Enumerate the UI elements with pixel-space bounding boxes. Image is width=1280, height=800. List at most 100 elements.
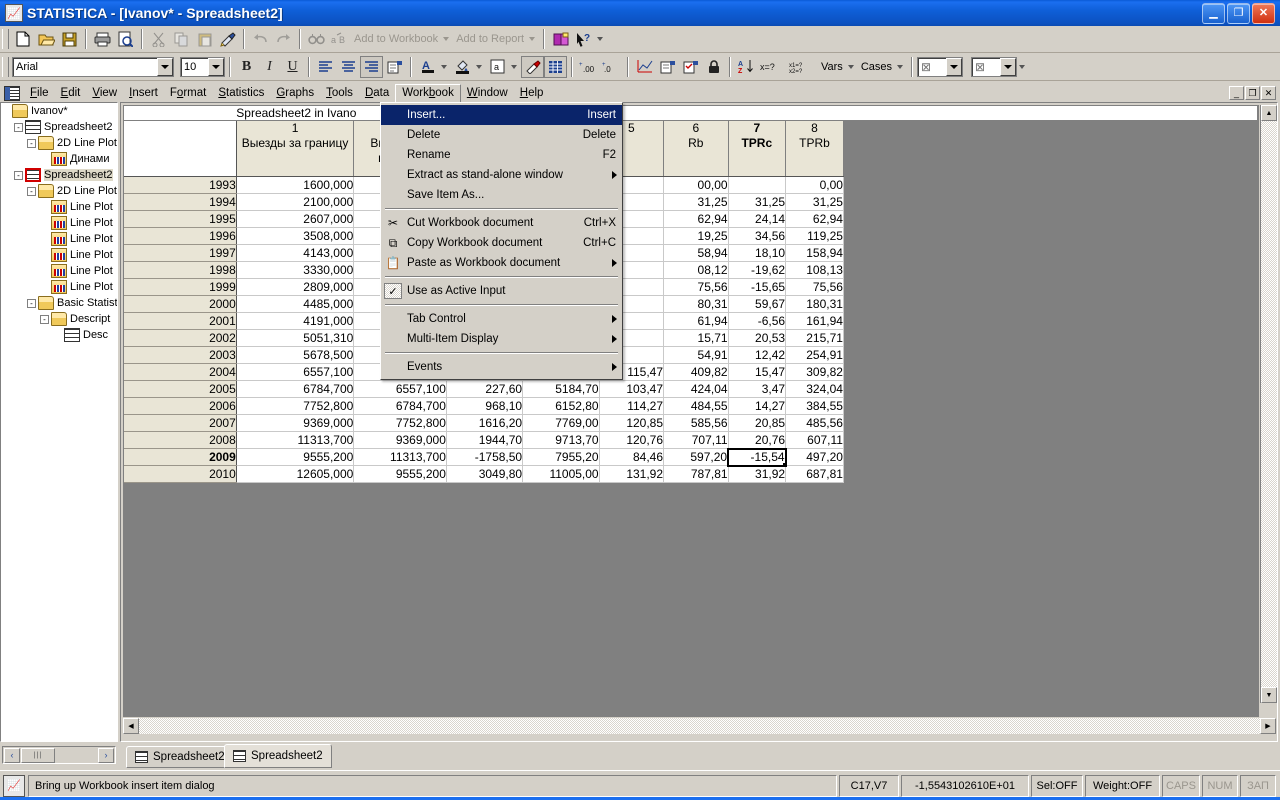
menu-window[interactable]: Window [461,85,514,102]
grid-corner[interactable] [124,121,236,177]
table-row[interactable]: 19992809,00033375,56-15,6575,56 [124,279,1258,296]
data-cell[interactable]: 20,85 [728,415,786,432]
data-cell[interactable]: 59,67 [728,296,786,313]
data-cell[interactable]: 12,42 [728,347,786,364]
text-color-chevron-down-icon[interactable] [441,65,447,69]
table-row[interactable]: 20067752,8006784,700968,106152,80114,274… [124,398,1258,415]
restore-button[interactable]: ❐ [1227,3,1250,24]
row-header[interactable]: 2009 [124,449,236,466]
tree-node-spreadsheet2[interactable]: -Spreadsheet2 [1,119,117,135]
minimize-button[interactable]: ▁ [1202,3,1225,24]
data-cell[interactable]: 80,31 [664,296,729,313]
tab-scroll-thumb[interactable]: ||| [21,748,55,763]
data-cell[interactable]: 18,10 [728,245,786,262]
row-header[interactable]: 2010 [124,466,236,483]
tab-nav-control[interactable]: ‹ ||| › [2,746,116,764]
data-cell[interactable]: 968,10 [446,398,522,415]
data-cell[interactable]: 180,31 [786,296,844,313]
add-to-workbook-label[interactable]: Add to Workbook [351,33,441,45]
menu-item-use-as-active-input[interactable]: ✓Use as Active Input [381,281,622,301]
print-preview-icon[interactable] [114,28,137,50]
tree-node-spreadsheet2[interactable]: -Spreadsheet2 [1,167,117,183]
data-cell[interactable]: 4143,000 [236,245,354,262]
data-cell[interactable]: 158,94 [786,245,844,262]
column-header-6[interactable]: 6Rb [664,121,729,177]
scroll-left-button[interactable]: ◀ [123,718,139,734]
tree-node-2d-line-plots[interactable]: -2D Line Plots [1,135,117,151]
tree-expander[interactable]: - [27,187,36,196]
menu-item-delete[interactable]: DeleteDelete [381,125,622,145]
row-header[interactable]: 1999 [124,279,236,296]
data-cell[interactable]: 120,85 [599,415,663,432]
data-cell[interactable]: 08,12 [664,262,729,279]
data-cell[interactable]: -6,56 [728,313,786,330]
tree-node-descript[interactable]: -Descript [1,311,117,327]
format-painter-icon[interactable] [216,28,239,50]
data-cell[interactable]: 215,71 [786,330,844,347]
table-row[interactable]: 20099555,20011313,700-1758,507955,2084,4… [124,449,1258,466]
data-cell[interactable]: 20,76 [728,432,786,449]
table-row[interactable]: 200811313,7009369,0001944,709713,70120,7… [124,432,1258,449]
menu-item-multi-item-display[interactable]: Multi-Item Display [381,329,622,349]
menu-item-copy-workbook-document[interactable]: ⧉Copy Workbook documentCtrl+C [381,233,622,253]
menu-data[interactable]: Data [359,85,395,102]
data-cell[interactable]: 5678,500 [236,347,354,364]
decrease-decimals-button[interactable]: +.0 [600,56,623,78]
document-tab-spreadsheet2-1[interactable]: Spreadsheet2 [126,746,234,768]
scroll-down-button[interactable]: ▼ [1261,687,1277,703]
data-cell[interactable]: 485,56 [786,415,844,432]
data-cell[interactable]: 131,92 [599,466,663,483]
font-name-combo[interactable]: Arial [12,57,174,77]
case-query-button[interactable]: x1=?x2=? [788,56,818,78]
column-header-8[interactable]: 8TPRb [786,121,844,177]
data-cell[interactable]: 7769,00 [523,415,600,432]
data-cell[interactable]: 00,00 [664,177,729,194]
menu-view[interactable]: View [86,85,123,102]
table-row[interactable]: 20025051,31041915,7120,53215,71 [124,330,1258,347]
row-header[interactable]: 1993 [124,177,236,194]
increase-decimals-button[interactable]: +.00 [577,56,600,78]
data-cell[interactable]: 384,55 [786,398,844,415]
data-cell[interactable]: 597,20 [664,449,729,466]
data-cell[interactable]: 11005,00 [523,466,600,483]
row-header[interactable]: 2008 [124,432,236,449]
data-cell[interactable]: 324,04 [786,381,844,398]
row-header[interactable]: 2000 [124,296,236,313]
border-chevron-down-icon[interactable] [511,65,517,69]
data-cell[interactable]: 31,25 [728,194,786,211]
data-cell[interactable]: -15,65 [728,279,786,296]
data-cell[interactable]: 120,76 [599,432,663,449]
data-cell[interactable]: 585,56 [664,415,729,432]
data-cell[interactable]: 7752,800 [354,415,447,432]
table-row[interactable]: 20014191,00044861,94-6,56161,94 [124,313,1258,330]
menu-item-insert[interactable]: Insert...Insert [381,105,622,125]
tab-next-button[interactable]: › [98,748,114,763]
data-cell[interactable]: 5051,310 [236,330,354,347]
graph-from-data-button[interactable] [633,56,656,78]
data-cell[interactable]: 1616,20 [446,415,522,432]
row-header[interactable]: 2005 [124,381,236,398]
tree-node-desc[interactable]: Desc [1,327,117,343]
tree-expander[interactable]: - [14,123,23,132]
data-cell[interactable]: 3,47 [728,381,786,398]
table-row[interactable]: 19942100,00016031,2531,2531,25 [124,194,1258,211]
tab-prev-button[interactable]: ‹ [4,748,20,763]
data-cell[interactable]: 1600,000 [236,177,354,194]
fill-color-button[interactable] [451,56,474,78]
tree-node-line-plot[interactable]: Line Plot [1,263,117,279]
data-cell[interactable]: 75,56 [786,279,844,296]
cases-chevron-down-icon[interactable] [897,65,903,69]
data-cell[interactable]: 4191,000 [236,313,354,330]
table-row[interactable]: 201012605,0009555,2003049,8011005,00131,… [124,466,1258,483]
row-header[interactable]: 1996 [124,228,236,245]
menu-item-tab-control[interactable]: Tab Control [381,309,622,329]
data-cell[interactable]: 3049,80 [446,466,522,483]
data-cell[interactable]: 31,25 [786,194,844,211]
data-cell[interactable]: 31,92 [728,466,786,483]
tree-expander[interactable]: - [27,139,36,148]
row-header[interactable]: 2007 [124,415,236,432]
mdi-close-button[interactable]: ✕ [1261,86,1276,100]
menu-help[interactable]: Help [514,85,550,102]
vars-chevron-down-icon[interactable] [848,65,854,69]
variable-specs-button[interactable] [656,56,679,78]
